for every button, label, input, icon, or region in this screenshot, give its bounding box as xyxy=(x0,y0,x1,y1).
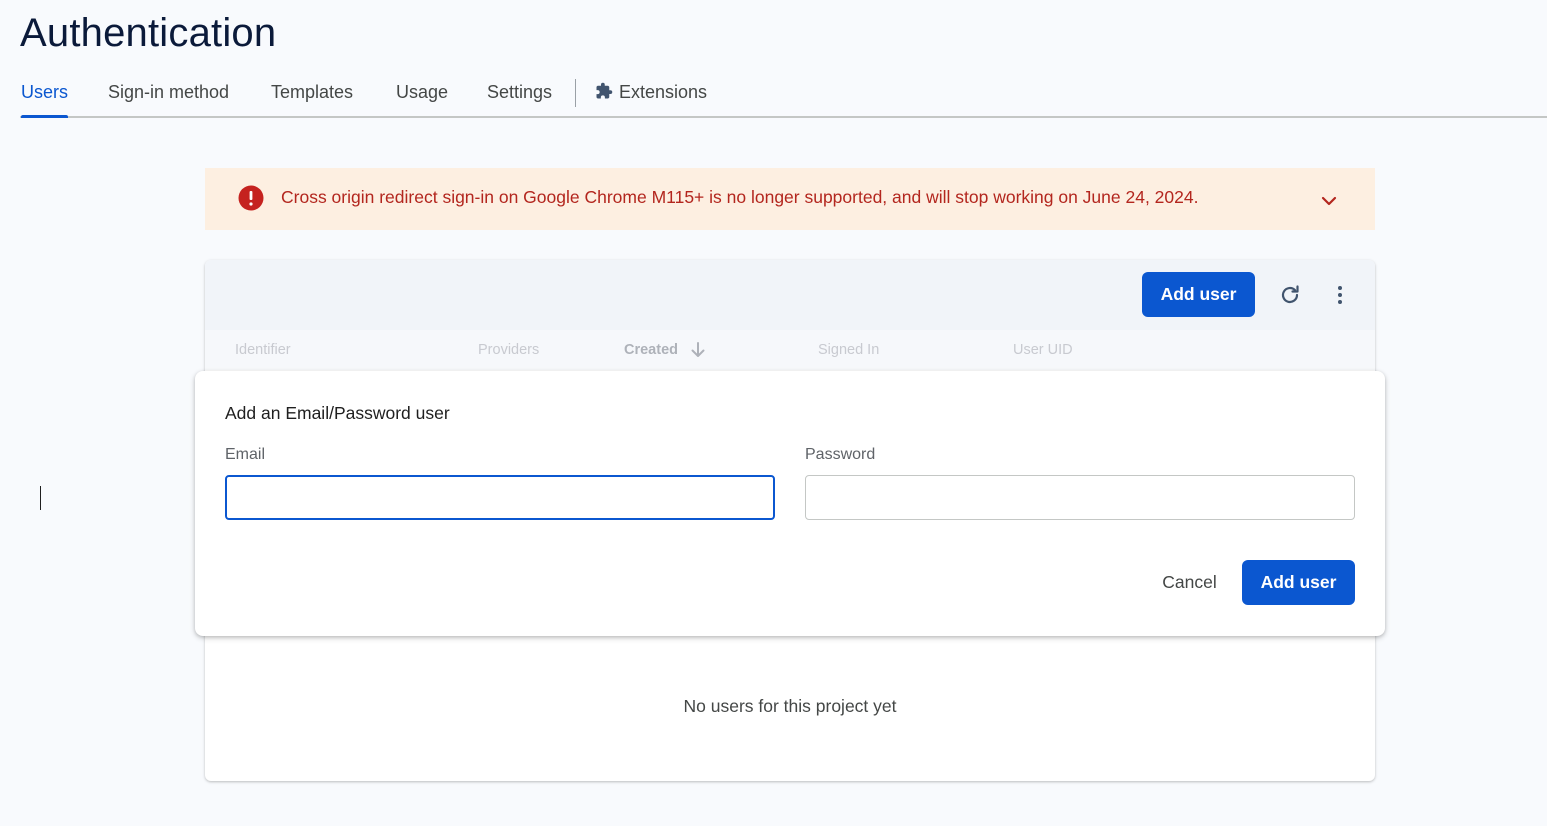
text-caret xyxy=(40,486,41,510)
email-field[interactable] xyxy=(225,475,775,520)
more-vert-icon[interactable] xyxy=(1324,279,1356,311)
dialog-title: Add an Email/Password user xyxy=(225,403,450,423)
refresh-icon[interactable] xyxy=(1274,279,1306,311)
add-user-dialog: Add an Email/Password user Email Passwor… xyxy=(195,371,1385,636)
chevron-down-icon[interactable] xyxy=(1317,189,1341,213)
tab-templates[interactable]: Templates xyxy=(271,70,353,116)
tab-sign-in-method[interactable]: Sign-in method xyxy=(108,70,229,116)
arrow-down-icon[interactable] xyxy=(689,341,707,359)
dialog-add-user-button[interactable]: Add user xyxy=(1242,560,1355,605)
tab-divider xyxy=(575,79,576,107)
tab-usage[interactable]: Usage xyxy=(396,70,448,116)
password-label: Password xyxy=(805,446,876,463)
warning-banner: Cross origin redirect sign-in on Google … xyxy=(205,168,1375,230)
tab-bar: Users Sign-in method Templates Usage Set… xyxy=(20,70,1547,118)
users-toolbar: Add user xyxy=(205,260,1375,330)
password-field[interactable] xyxy=(805,475,1355,520)
tab-settings[interactable]: Settings xyxy=(487,70,552,116)
extensions-puzzle-icon xyxy=(595,72,613,117)
column-created[interactable]: Created xyxy=(624,342,678,358)
table-header: Identifier Providers Created Signed In U… xyxy=(205,330,1375,370)
tab-extensions[interactable]: Extensions xyxy=(595,70,707,116)
error-icon xyxy=(238,185,264,211)
banner-text: Cross origin redirect sign-in on Google … xyxy=(281,187,1199,207)
page-title: Authentication xyxy=(20,11,277,55)
empty-state-text: No users for this project yet xyxy=(683,696,897,716)
tab-extensions-label: Extensions xyxy=(619,82,708,102)
cancel-button[interactable]: Cancel xyxy=(1147,560,1232,605)
email-label: Email xyxy=(225,446,266,463)
column-providers[interactable]: Providers xyxy=(478,342,539,358)
column-identifier[interactable]: Identifier xyxy=(235,342,291,358)
add-user-button[interactable]: Add user xyxy=(1142,272,1255,317)
column-user-uid[interactable]: User UID xyxy=(1013,342,1073,358)
column-signed-in[interactable]: Signed In xyxy=(818,342,879,358)
tab-users[interactable]: Users xyxy=(21,70,69,118)
